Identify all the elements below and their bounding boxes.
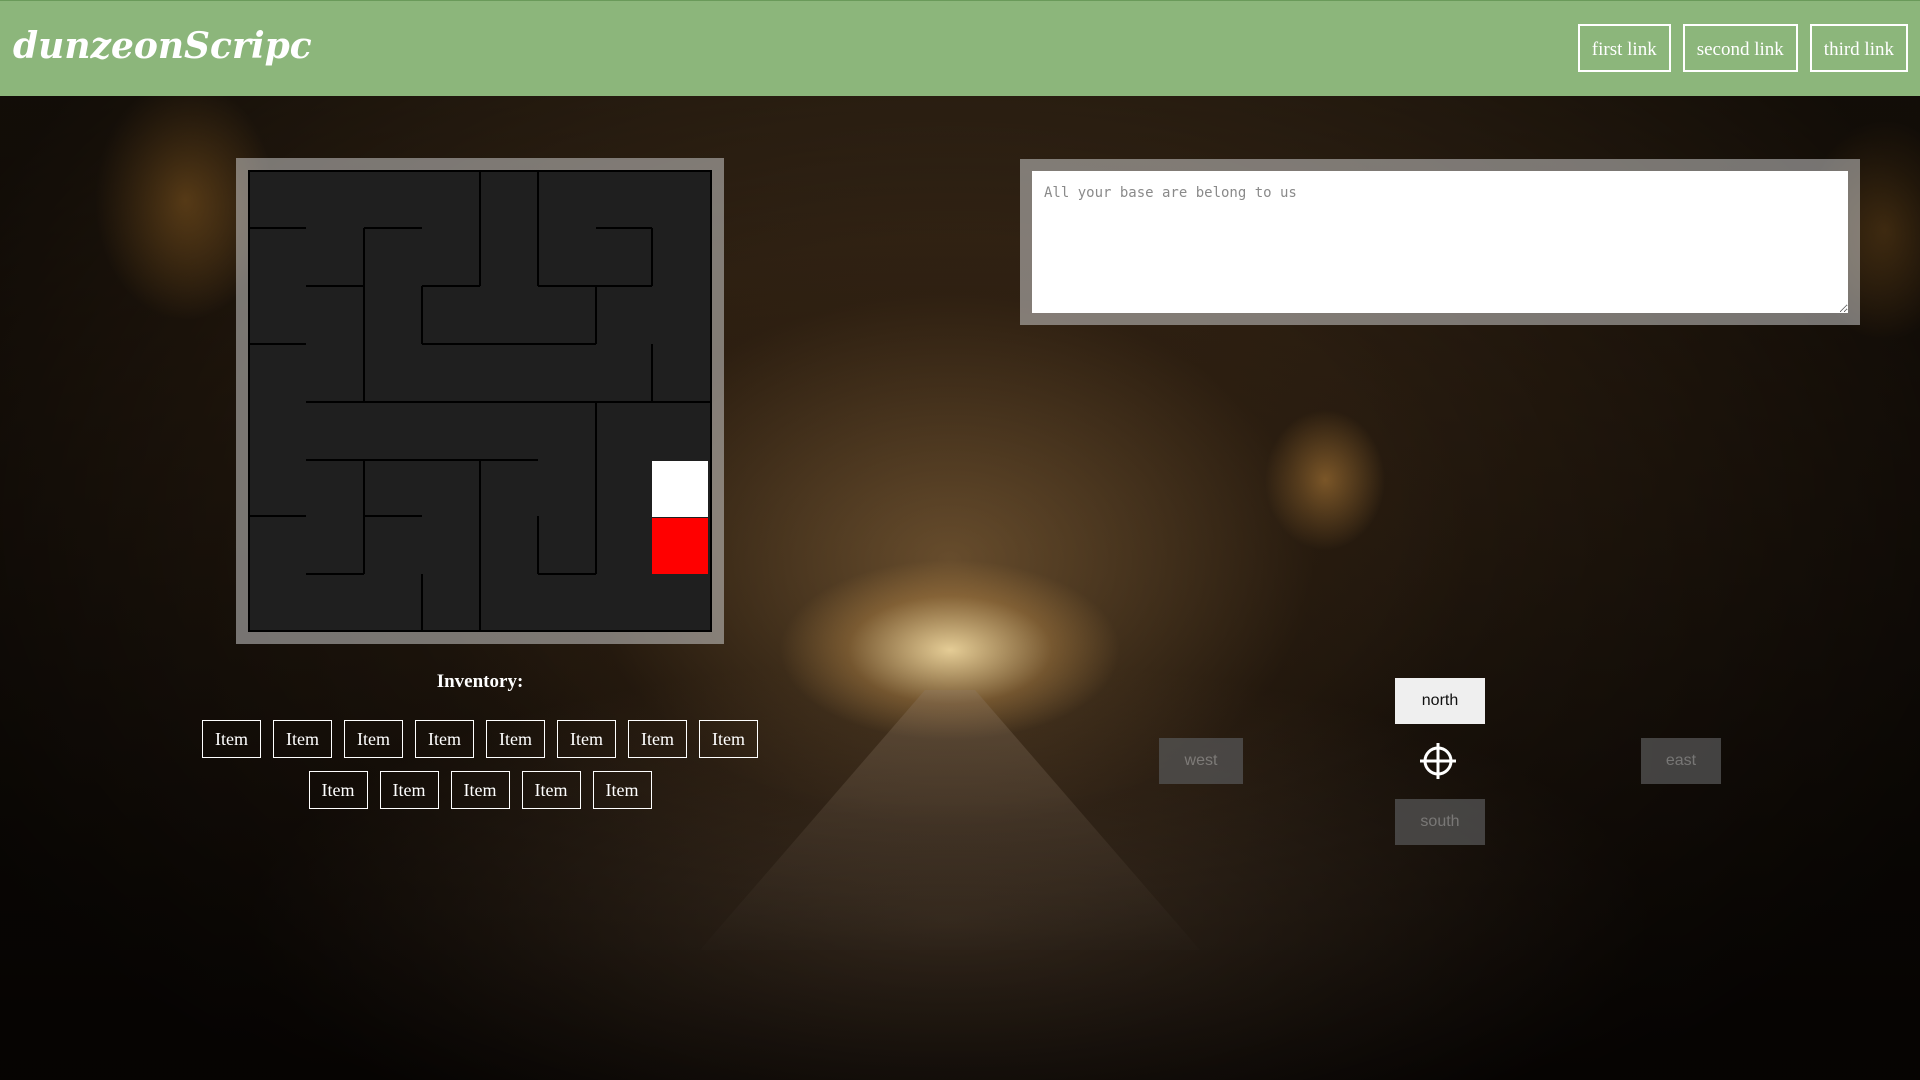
inventory-row-1: Item Item Item Item Item Item Item Item	[0, 720, 960, 758]
console-frame	[1020, 159, 1860, 325]
inventory-item[interactable]: Item	[202, 720, 261, 758]
inventory-item[interactable]: Item	[308, 771, 368, 809]
nav-link-first[interactable]: first link	[1577, 24, 1671, 72]
inventory-item[interactable]: Item	[273, 720, 332, 758]
nav-link-second[interactable]: second link	[1682, 24, 1798, 72]
north-button[interactable]: north	[1395, 678, 1485, 724]
inventory-item[interactable]: Item	[379, 771, 439, 809]
inventory-item[interactable]: Item	[415, 720, 474, 758]
dungeon-map	[248, 170, 712, 632]
inventory-title: Inventory:	[436, 671, 524, 692]
inventory-item[interactable]: Item	[592, 771, 652, 809]
top-bar: dunzeonScripc first link second link thi…	[0, 0, 1920, 96]
inventory-row-2: Item Item Item Item Item	[0, 771, 960, 809]
crosshair-icon	[1420, 743, 1456, 779]
south-button[interactable]: south	[1395, 799, 1485, 845]
target-tile	[652, 518, 708, 574]
inventory-item[interactable]: Item	[521, 771, 581, 809]
inventory-item[interactable]: Item	[486, 720, 545, 758]
dungeon-map-frame	[236, 158, 724, 644]
nav-links: first link second link third link	[1577, 24, 1908, 72]
inventory-item[interactable]: Item	[628, 720, 687, 758]
command-console[interactable]	[1032, 171, 1848, 313]
inventory-item[interactable]: Item	[344, 720, 403, 758]
player-tile	[652, 461, 708, 517]
east-button[interactable]: east	[1641, 738, 1721, 784]
inventory-item[interactable]: Item	[699, 720, 758, 758]
nav-link-third[interactable]: third link	[1809, 24, 1908, 72]
maze-walls	[250, 172, 710, 630]
west-button[interactable]: west	[1159, 738, 1243, 784]
site-logo[interactable]: dunzeonScripc	[13, 25, 312, 67]
inventory-item[interactable]: Item	[557, 720, 616, 758]
inventory-item[interactable]: Item	[450, 771, 510, 809]
